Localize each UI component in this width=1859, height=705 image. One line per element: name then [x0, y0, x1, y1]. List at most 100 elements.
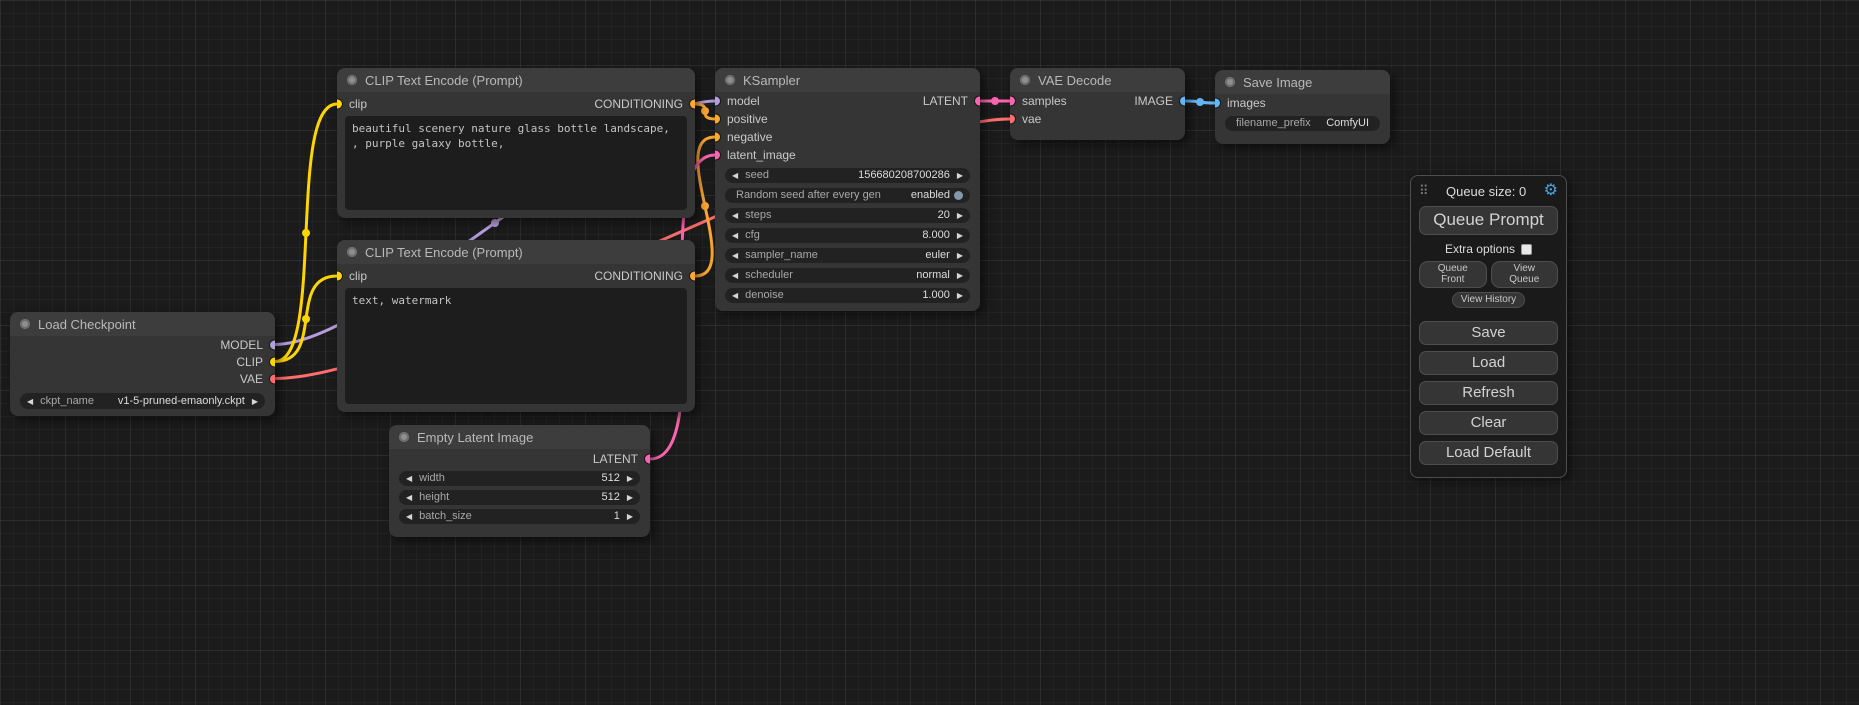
conditioning-output-dot[interactable] [690, 272, 695, 281]
collapse-dot[interactable] [1225, 77, 1235, 87]
view-queue-button[interactable]: View Queue [1491, 261, 1559, 288]
view-history-button[interactable]: View History [1452, 292, 1525, 308]
increment-arrow-icon[interactable]: ▶ [957, 208, 963, 223]
decrement-arrow-icon[interactable]: ◀ [27, 394, 33, 409]
collapse-dot[interactable] [399, 432, 409, 442]
link-midpoint-dot[interactable] [1196, 98, 1204, 106]
link-midpoint-dot[interactable] [991, 97, 999, 105]
scheduler-widget[interactable]: ◀ scheduler normal ▶ [725, 268, 970, 283]
clear-button[interactable]: Clear [1419, 411, 1558, 435]
decrement-arrow-icon[interactable]: ◀ [732, 208, 738, 223]
latent-output-dot[interactable] [645, 455, 650, 464]
link-midpoint-dot[interactable] [701, 107, 709, 115]
wire-positive-conditioning-to-ksampler [695, 104, 715, 119]
widget-value: 156680208700286 [858, 168, 950, 183]
drag-handle-icon[interactable]: ⠿ [1419, 183, 1429, 199]
extra-options-row: Extra options [1419, 242, 1558, 256]
load-button[interactable]: Load [1419, 351, 1558, 375]
node-title-bar[interactable]: Empty Latent Image [389, 425, 650, 449]
vae-input-dot[interactable] [1010, 115, 1015, 124]
node-vae-decode[interactable]: VAE Decode samples IMAGE vae [1010, 68, 1185, 140]
load-default-button[interactable]: Load Default [1419, 441, 1558, 465]
increment-arrow-icon[interactable]: ▶ [957, 248, 963, 263]
extra-options-checkbox[interactable] [1521, 244, 1532, 255]
save-button[interactable]: Save [1419, 321, 1558, 345]
node-clip-text-encode-positive[interactable]: CLIP Text Encode (Prompt) clip CONDITION… [337, 68, 695, 218]
height-widget[interactable]: ◀ height 512 ▶ [399, 490, 640, 505]
collapse-dot[interactable] [347, 75, 357, 85]
cfg-widget[interactable]: ◀ cfg 8.000 ▶ [725, 228, 970, 243]
increment-arrow-icon[interactable]: ▶ [957, 288, 963, 303]
increment-arrow-icon[interactable]: ▶ [627, 490, 633, 505]
negative-input-dot[interactable] [715, 133, 720, 142]
link-midpoint-dot[interactable] [302, 315, 310, 323]
decrement-arrow-icon[interactable]: ◀ [732, 268, 738, 283]
latent-image-input-dot[interactable] [715, 151, 720, 160]
latent-output-dot[interactable] [975, 97, 980, 106]
conditioning-output-dot[interactable] [690, 100, 695, 109]
collapse-dot[interactable] [1020, 75, 1030, 85]
comfy-menu-panel[interactable]: ⠿ Queue size: 0 ⚙ Queue Prompt Extra opt… [1410, 175, 1567, 478]
image-output-dot[interactable] [1180, 97, 1185, 106]
widget-label: steps [745, 208, 771, 223]
node-empty-latent-image[interactable]: Empty Latent Image LATENT ◀ width 512 ▶ … [389, 425, 650, 537]
random-seed-toggle[interactable]: Random seed after every gen enabled [725, 188, 970, 203]
node-load-checkpoint[interactable]: Load Checkpoint MODEL CLIP VAE ◀ ckpt_na… [10, 312, 275, 416]
decrement-arrow-icon[interactable]: ◀ [406, 490, 412, 505]
filename-prefix-widget[interactable]: filename_prefix ComfyUI [1225, 116, 1380, 131]
refresh-button[interactable]: Refresh [1419, 381, 1558, 405]
queue-front-button[interactable]: Queue Front [1419, 261, 1487, 288]
toggle-indicator[interactable] [954, 191, 963, 200]
increment-arrow-icon[interactable]: ▶ [957, 228, 963, 243]
node-title-bar[interactable]: KSampler [715, 68, 980, 92]
denoise-widget[interactable]: ◀ denoise 1.000 ▶ [725, 288, 970, 303]
model-output-dot[interactable] [270, 340, 275, 349]
input-slot-vae: vae [1010, 110, 1185, 128]
samples-input-dot[interactable] [1010, 97, 1015, 106]
model-input-dot[interactable] [715, 97, 720, 106]
slot-row: clip CONDITIONING [337, 264, 695, 288]
negative-prompt-textarea[interactable]: text, watermark [345, 288, 687, 404]
increment-arrow-icon[interactable]: ▶ [627, 509, 633, 524]
decrement-arrow-icon[interactable]: ◀ [732, 228, 738, 243]
sampler-name-widget[interactable]: ◀ sampler_name euler ▶ [725, 248, 970, 263]
vae-output-dot[interactable] [270, 374, 275, 383]
node-title-bar[interactable]: Save Image [1215, 70, 1390, 94]
settings-gear-icon[interactable]: ⚙ [1544, 183, 1558, 199]
positive-input-dot[interactable] [715, 115, 720, 124]
node-title-bar[interactable]: VAE Decode [1010, 68, 1185, 92]
link-midpoint-dot[interactable] [302, 229, 310, 237]
ckpt-name-widget[interactable]: ◀ ckpt_name v1-5-pruned-emaonly.ckpt ▶ [20, 393, 265, 409]
collapse-dot[interactable] [20, 319, 30, 329]
width-widget[interactable]: ◀ width 512 ▶ [399, 471, 640, 486]
clip-input-dot[interactable] [337, 100, 342, 109]
clip-input-dot[interactable] [337, 272, 342, 281]
increment-arrow-icon[interactable]: ▶ [627, 471, 633, 486]
link-midpoint-dot[interactable] [701, 202, 709, 210]
decrement-arrow-icon[interactable]: ◀ [732, 248, 738, 263]
clip-output-dot[interactable] [270, 357, 275, 366]
decrement-arrow-icon[interactable]: ◀ [732, 288, 738, 303]
node-save-image[interactable]: Save Image images filename_prefix ComfyU… [1215, 70, 1390, 144]
node-clip-text-encode-negative[interactable]: CLIP Text Encode (Prompt) clip CONDITION… [337, 240, 695, 412]
images-input-dot[interactable] [1215, 99, 1220, 108]
decrement-arrow-icon[interactable]: ◀ [732, 168, 738, 183]
link-midpoint-dot[interactable] [491, 219, 499, 227]
queue-prompt-button[interactable]: Queue Prompt [1419, 206, 1558, 235]
collapse-dot[interactable] [725, 75, 735, 85]
seed-widget[interactable]: ◀ seed 156680208700286 ▶ [725, 168, 970, 183]
collapse-dot[interactable] [347, 247, 357, 257]
increment-arrow-icon[interactable]: ▶ [957, 268, 963, 283]
decrement-arrow-icon[interactable]: ◀ [406, 509, 412, 524]
increment-arrow-icon[interactable]: ▶ [957, 168, 963, 183]
node-title-bar[interactable]: CLIP Text Encode (Prompt) [337, 68, 695, 92]
steps-widget[interactable]: ◀ steps 20 ▶ [725, 208, 970, 223]
positive-prompt-textarea[interactable]: beautiful scenery nature glass bottle la… [345, 116, 687, 210]
increment-arrow-icon[interactable]: ▶ [252, 394, 258, 409]
node-title-bar[interactable]: Load Checkpoint [10, 312, 275, 336]
comfyui-canvas[interactable]: { "colors": { "model": "#B39DDB", "clip"… [0, 0, 1859, 705]
node-ksampler[interactable]: KSampler model LATENT positive negative … [715, 68, 980, 311]
batch-size-widget[interactable]: ◀ batch_size 1 ▶ [399, 509, 640, 524]
decrement-arrow-icon[interactable]: ◀ [406, 471, 412, 486]
node-title-bar[interactable]: CLIP Text Encode (Prompt) [337, 240, 695, 264]
